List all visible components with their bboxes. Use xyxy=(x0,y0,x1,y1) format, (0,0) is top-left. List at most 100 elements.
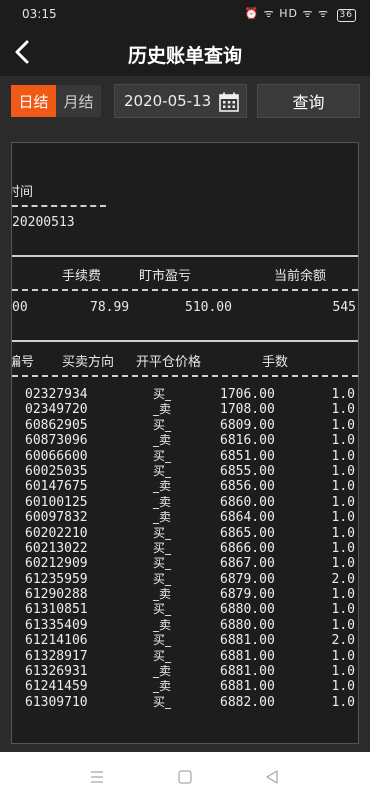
trade-list: 02327934 买_ 1706.00 1.0 02349720 _卖 1708.00 1.0… xyxy=(12,387,358,710)
trade-direction: 买_ xyxy=(153,540,172,555)
trade-quantity: 1.0 xyxy=(331,387,355,402)
trade-direction: 买_ xyxy=(153,417,172,432)
pnl-header: 盯市盈亏 xyxy=(139,269,192,284)
trade-price: 6882.00 xyxy=(220,694,275,710)
fee-value: 78.99 xyxy=(90,300,130,315)
trade-number: 02349720 xyxy=(25,402,88,418)
divider xyxy=(12,255,358,257)
table-row: 60066600 买_ 6851.00 1.0 xyxy=(12,449,358,464)
trade-direction: 买_ xyxy=(153,463,172,478)
divider xyxy=(12,340,358,342)
table-row: 61214106 买_ 6881.00 2.0 xyxy=(12,633,358,648)
trade-quantity: 1.0 xyxy=(331,694,355,710)
trade-price: 6851.00 xyxy=(220,448,275,464)
trade-direction: 买_ xyxy=(153,694,172,709)
trade-quantity: 1.0 xyxy=(331,433,355,449)
trade-number: 60862905 xyxy=(25,417,88,433)
trade-quantity: 1.0 xyxy=(331,556,355,572)
trade-quantity: 2.0 xyxy=(331,571,355,587)
trade-number: 61328917 xyxy=(25,648,88,664)
pnl-value: 510.00 xyxy=(185,300,232,315)
table-row: 60097832 _卖 6864.00 1.0 xyxy=(12,510,358,525)
trade-number: 60873096 xyxy=(25,433,88,449)
table-row: 02349720 _卖 1708.00 1.0 xyxy=(12,402,358,417)
query-button[interactable]: 查询 xyxy=(257,84,360,118)
col-direction: 买卖方向 xyxy=(62,355,115,370)
status-icons: ⏰ ᯤ HD ᯤ ᯤ 36 xyxy=(244,6,356,22)
trade-direction: _卖 xyxy=(153,402,172,417)
trade-number: 60202210 xyxy=(25,525,88,541)
table-row: 61335409 _卖 6880.00 1.0 xyxy=(12,618,358,633)
trade-number: 61309710 xyxy=(25,694,88,710)
trade-number: 61310851 xyxy=(25,602,88,618)
table-row: 61290288 _卖 6879.00 1.0 xyxy=(12,587,358,602)
table-row: 61235959 买_ 6879.00 2.0 xyxy=(12,572,358,587)
trade-number: 61235959 xyxy=(25,571,88,587)
trade-quantity: 1.0 xyxy=(331,664,355,680)
trade-number: 60212909 xyxy=(25,556,88,572)
trade-price: 6860.00 xyxy=(220,494,275,510)
trade-price: 6865.00 xyxy=(220,525,275,541)
table-row: 60100125 _卖 6860.00 1.0 xyxy=(12,495,358,510)
divider xyxy=(12,205,106,207)
trade-direction: _卖 xyxy=(153,587,172,602)
trade-quantity: 1.0 xyxy=(331,463,355,479)
trade-quantity: 1.0 xyxy=(331,602,355,618)
home-icon[interactable] xyxy=(177,769,193,785)
trade-price: 6881.00 xyxy=(220,664,275,680)
trade-number: 61326931 xyxy=(25,664,88,680)
trade-price: 6866.00 xyxy=(220,540,275,556)
trade-price: 6881.00 xyxy=(220,679,275,695)
table-row: 60202210 买_ 6865.00 1.0 xyxy=(12,526,358,541)
table-row: 60025035 买_ 6855.00 1.0 xyxy=(12,464,358,479)
status-time: 03:15 xyxy=(22,7,57,21)
divider xyxy=(12,289,358,291)
trade-quantity: 1.0 xyxy=(331,540,355,556)
tab-monthly[interactable]: 月结 xyxy=(56,85,101,117)
trade-quantity: 1.0 xyxy=(331,494,355,510)
trade-direction: 买_ xyxy=(153,387,172,401)
trade-price: 6881.00 xyxy=(220,633,275,649)
trade-number: 60147675 xyxy=(25,479,88,495)
status-indicators: ⏰ ᯤ HD ᯤ ᯤ xyxy=(244,7,330,20)
trade-quantity: 2.0 xyxy=(331,633,355,649)
time-value: 20200513 xyxy=(12,215,75,230)
trade-number: 60097832 xyxy=(25,510,88,526)
back-triangle-icon[interactable] xyxy=(264,769,280,785)
divider xyxy=(12,375,358,377)
trade-price: 6880.00 xyxy=(220,602,275,618)
trade-number: 60025035 xyxy=(25,463,88,479)
trade-number: 02327934 xyxy=(25,387,88,402)
table-row: 61310851 买_ 6880.00 1.0 xyxy=(12,602,358,617)
fee-header: 手续费 xyxy=(62,269,102,284)
calendar-icon[interactable] xyxy=(218,91,240,113)
table-row: 02327934 买_ 1706.00 1.0 xyxy=(12,387,358,402)
trade-price: 6809.00 xyxy=(220,417,275,433)
balance-value: 545 xyxy=(332,300,356,315)
table-row: 60862905 买_ 6809.00 1.0 xyxy=(12,418,358,433)
title-bar: 历史账单查询 xyxy=(0,28,370,76)
menu-icon[interactable] xyxy=(89,769,105,785)
time-label: 时间 xyxy=(12,185,34,200)
trade-price: 6856.00 xyxy=(220,479,275,495)
trade-quantity: 1.0 xyxy=(331,448,355,464)
date-picker[interactable]: 2020-05-13 xyxy=(114,84,247,118)
statement-panel[interactable]: 时间 20200513 手续费 盯市盈亏 当前余额 00 78.99 510.0… xyxy=(11,142,359,744)
trade-direction: _卖 xyxy=(153,664,172,679)
trade-quantity: 1.0 xyxy=(331,417,355,433)
page-title: 历史账单查询 xyxy=(127,45,242,67)
trade-direction: _卖 xyxy=(153,494,172,509)
battery-icon: 36 xyxy=(336,9,356,22)
trade-price: 6879.00 xyxy=(220,587,275,603)
trade-quantity: 1.0 xyxy=(331,587,355,603)
trade-direction: 买_ xyxy=(153,556,172,571)
trade-number: 61214106 xyxy=(25,633,88,649)
trade-number: 61290288 xyxy=(25,587,88,603)
status-bar: 03:15 ⏰ ᯤ HD ᯤ ᯤ 36 xyxy=(0,0,370,28)
col-number: 编号 xyxy=(12,355,35,370)
nav-bar xyxy=(0,752,370,800)
trade-price: 6864.00 xyxy=(220,510,275,526)
table-row: 61309710 买_ 6882.00 1.0 xyxy=(12,695,358,710)
trade-quantity: 1.0 xyxy=(331,648,355,664)
tab-daily[interactable]: 日结 xyxy=(11,85,56,117)
